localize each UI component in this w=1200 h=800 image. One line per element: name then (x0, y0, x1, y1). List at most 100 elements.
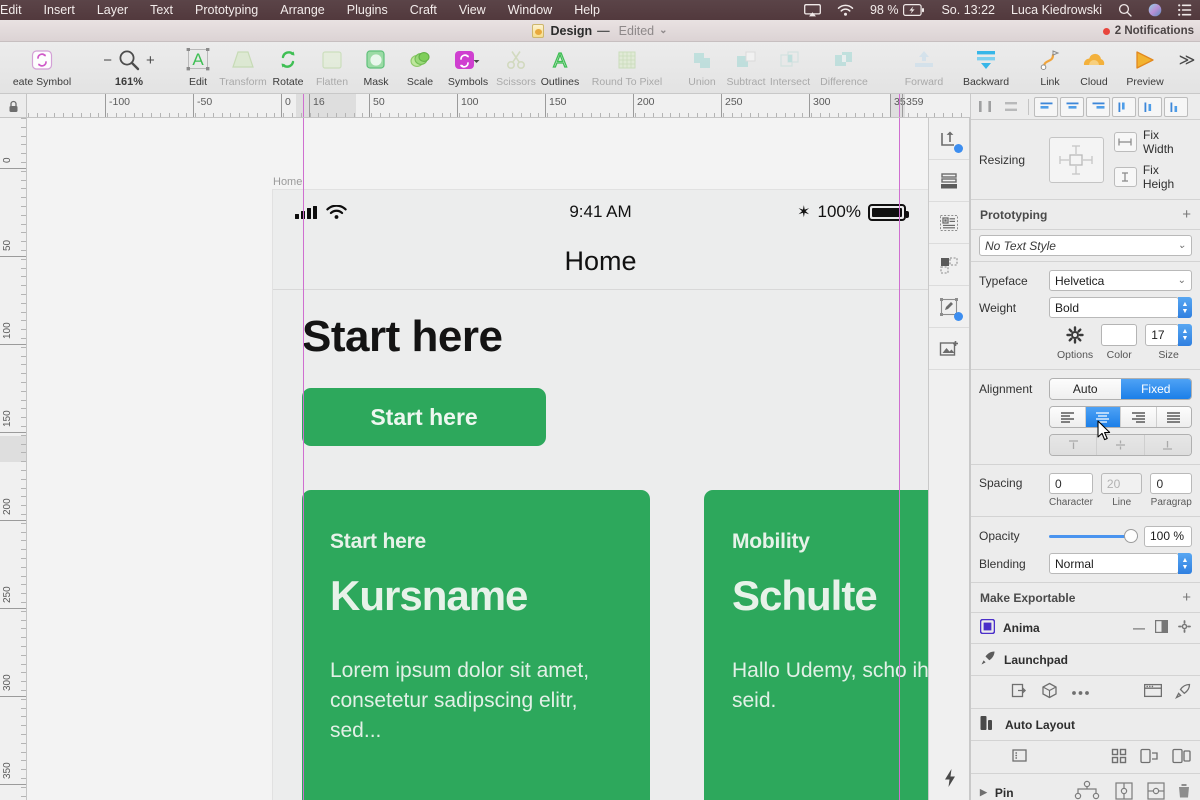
alignment-fixed-segment[interactable]: Fixed (1120, 379, 1191, 399)
browser-window-icon[interactable] (1143, 683, 1163, 701)
tool-edit[interactable]: A Edit (176, 42, 220, 94)
line-spacing-input[interactable]: 20 (1100, 473, 1143, 494)
cube-icon[interactable] (1041, 682, 1058, 702)
prototyping-section-header[interactable]: Prototyping + (971, 200, 1200, 230)
grid-view-icon[interactable] (1111, 748, 1127, 767)
battery-status[interactable]: 98 % (862, 0, 934, 20)
plugin-row-pin[interactable]: ▶ Pin (971, 774, 1200, 800)
artboard-name-label[interactable]: Home (273, 176, 302, 188)
align-right-icon[interactable] (1164, 96, 1188, 117)
fix-width-row[interactable]: Fix Width (1113, 128, 1192, 156)
edit-shape-tool-button[interactable] (929, 286, 969, 328)
tool-outlines[interactable]: A Outlines (538, 42, 582, 94)
wifi-icon[interactable] (829, 0, 862, 20)
course-card-1[interactable]: Start here Kursname Lorem ipsum dolor si… (302, 490, 650, 800)
add-image-tool-button[interactable] (929, 328, 969, 370)
notifications-badge[interactable]: 2 Notifications (1102, 20, 1194, 42)
valign-bottom-icon[interactable] (1144, 435, 1191, 455)
plugin-row-auto-layout[interactable]: Auto Layout (971, 709, 1200, 741)
disclosure-triangle-icon[interactable]: ▶ (980, 787, 987, 798)
tool-backward[interactable]: Backward (954, 42, 1018, 94)
tool-flatten[interactable]: Flatten (310, 42, 354, 94)
stack-folder-icon[interactable] (1011, 747, 1028, 767)
course-card-2[interactable]: Mobility Schulte Hallo Udemy, scho ihr h… (704, 490, 928, 800)
flash-tool-button[interactable] (929, 756, 971, 800)
minimize-icon[interactable]: — (1133, 621, 1145, 635)
menu-item-insert[interactable]: Insert (33, 0, 86, 20)
weight-stepper[interactable]: ▲ ▼ (1178, 297, 1192, 318)
fix-height-row[interactable]: Fix Heigh (1113, 163, 1192, 191)
weight-select[interactable]: Bold (1049, 297, 1179, 318)
menu-item-help[interactable]: Help (563, 0, 611, 20)
zoom-out-button[interactable]: − (103, 52, 112, 69)
vertical-align-buttons[interactable] (1049, 434, 1192, 456)
start-here-button[interactable]: Start here (302, 388, 546, 446)
tool-union[interactable]: Union (680, 42, 724, 94)
fix-height-icon[interactable] (1113, 167, 1137, 187)
tool-rotate[interactable]: Rotate (266, 42, 310, 94)
paragraph-spacing-input[interactable]: 0 (1150, 473, 1192, 494)
menu-item-window[interactable]: Window (497, 0, 563, 20)
alignment-mode-segmented[interactable]: Auto Fixed (1049, 378, 1192, 400)
text-layout-tool-button[interactable] (929, 202, 969, 244)
distribute-vertical-icon[interactable] (999, 97, 1023, 117)
pin-vertical-icon[interactable] (1113, 780, 1135, 800)
typeface-select[interactable]: Helvetica ⌄ (1049, 270, 1192, 291)
airplay-icon[interactable] (796, 0, 829, 20)
device-preview-alt-icon[interactable] (1172, 748, 1191, 767)
tool-mask[interactable]: Mask (354, 42, 398, 94)
vertical-ruler[interactable]: 0 50 100 150 200 250 300 350 (0, 118, 27, 800)
siri-icon[interactable] (1140, 0, 1170, 20)
guide-marker-right[interactable] (899, 94, 900, 117)
tool-subtract[interactable]: Subtract (724, 42, 768, 94)
zoom-control[interactable]: − + 161% (90, 42, 168, 94)
export-tool-button[interactable] (929, 118, 969, 160)
blending-select[interactable]: Normal (1049, 553, 1179, 574)
align-text-justify-icon[interactable] (1156, 407, 1191, 427)
delete-icon[interactable] (1177, 783, 1191, 800)
font-options-button[interactable]: Options (1057, 324, 1093, 361)
font-size-stepper[interactable]: ▲ ▼ (1178, 324, 1192, 346)
pin-anchors-icon[interactable] (1071, 780, 1103, 800)
create-symbol-button[interactable]: eate Symbol (0, 42, 84, 94)
menu-item-plugins[interactable]: Plugins (336, 0, 399, 20)
align-text-right-icon[interactable] (1121, 407, 1157, 427)
font-size-value[interactable]: 17 (1145, 324, 1179, 346)
align-bottom-icon[interactable] (1086, 96, 1110, 117)
make-exportable-header[interactable]: Make Exportable + (971, 583, 1200, 613)
tool-cloud[interactable]: Cloud (1072, 42, 1116, 94)
menu-item-layer[interactable]: Layer (86, 0, 139, 20)
tool-round-to-pixel[interactable]: Round To Pixel (582, 42, 672, 94)
canvas-guide-left[interactable] (303, 118, 304, 800)
guide-marker-left[interactable] (303, 94, 304, 117)
pin-horizontal-icon[interactable] (1145, 780, 1167, 800)
export-component-icon[interactable] (1011, 682, 1028, 702)
tool-intersect[interactable]: Intersect (768, 42, 812, 94)
align-middle-icon[interactable] (1060, 96, 1084, 117)
font-size-control[interactable]: 17 ▲ ▼ Size (1145, 324, 1192, 361)
align-center-icon[interactable] (1138, 96, 1162, 117)
opacity-slider[interactable] (1049, 525, 1138, 547)
device-preview-icon[interactable] (1140, 748, 1159, 767)
menu-user-name[interactable]: Luca Kiedrowski (1003, 0, 1110, 20)
tool-preview[interactable]: Preview (1116, 42, 1174, 94)
prototyping-add-button[interactable]: + (1182, 207, 1191, 222)
align-top-icon[interactable] (1034, 96, 1058, 117)
publish-rocket-icon[interactable] (1175, 683, 1191, 702)
layers-tool-button[interactable] (929, 160, 969, 202)
plugin-row-anima[interactable]: Anima — (971, 613, 1200, 644)
distribute-horizontal-icon[interactable] (973, 97, 997, 117)
align-left-icon[interactable] (1112, 96, 1136, 117)
tool-transform[interactable]: Transform (219, 42, 267, 94)
valign-top-icon[interactable] (1050, 435, 1098, 455)
menu-item-view[interactable]: View (448, 0, 497, 20)
menu-clock[interactable]: So. 13:22 (933, 0, 1003, 20)
chevron-down-icon[interactable]: ⌄ (659, 25, 667, 36)
tool-difference[interactable]: Difference (812, 42, 876, 94)
tool-forward[interactable]: Forward (894, 42, 954, 94)
gear-icon[interactable] (1178, 620, 1191, 636)
menu-item-text[interactable]: Text (139, 0, 184, 20)
make-exportable-add-button[interactable]: + (1182, 590, 1191, 605)
text-align-buttons[interactable] (1049, 406, 1192, 428)
font-color-button[interactable]: Color (1101, 324, 1138, 361)
